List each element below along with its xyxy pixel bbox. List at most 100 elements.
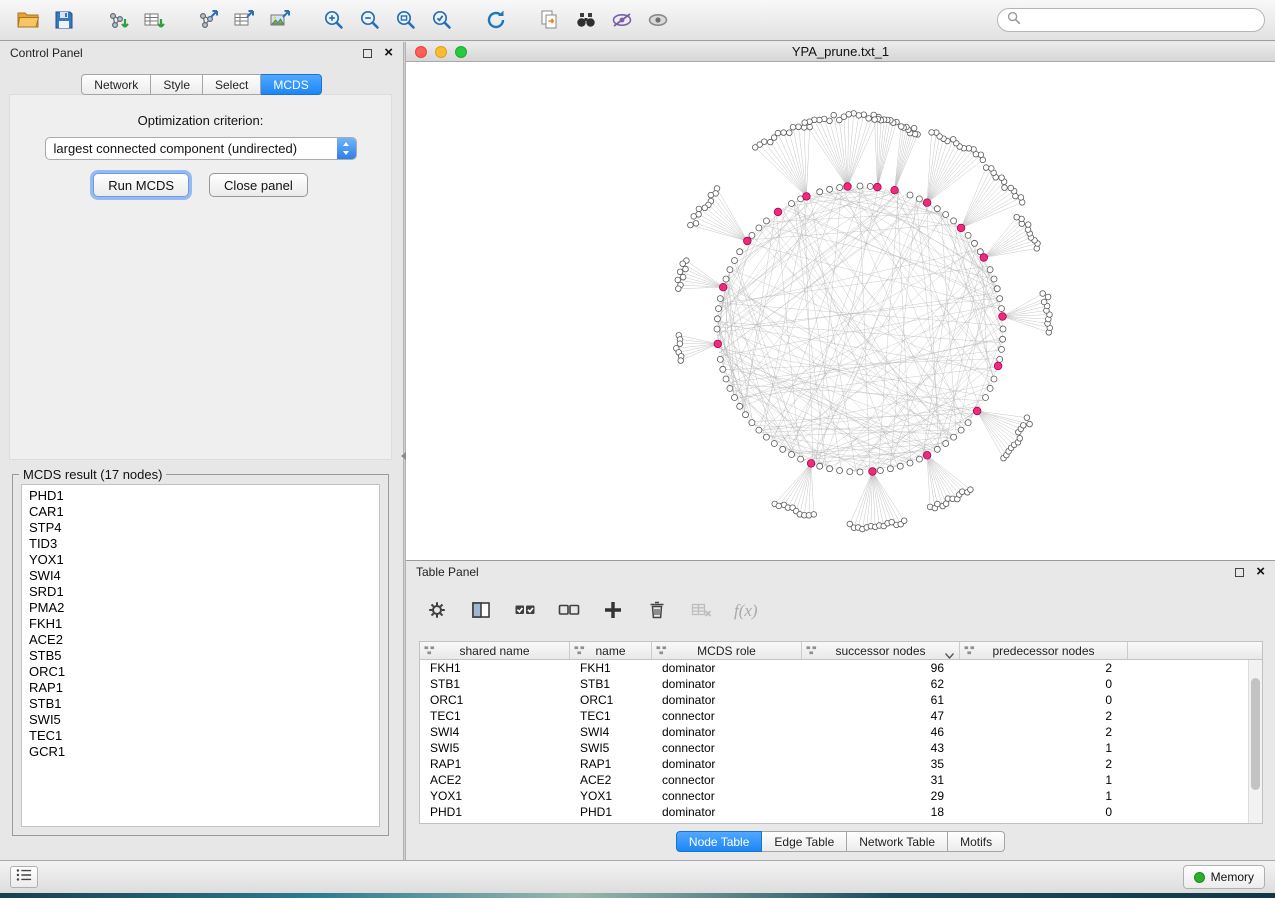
network-canvas[interactable] <box>406 62 1275 560</box>
result-item[interactable]: GCR1 <box>22 744 379 760</box>
table-cell-shared-name: FKH1 <box>420 660 570 676</box>
refresh-layout-icon <box>484 8 508 32</box>
column-header-successor-nodes[interactable]: successor nodes <box>802 642 960 659</box>
show-graphics-eye-button[interactable] <box>640 4 676 36</box>
panel-menu-button[interactable] <box>10 866 38 888</box>
column-header-mcds-role[interactable]: MCDS role <box>652 642 802 659</box>
float-table-panel-icon[interactable] <box>1235 568 1244 577</box>
add-entry-button[interactable] <box>602 599 624 624</box>
column-header-shared-name[interactable]: shared name <box>420 642 570 659</box>
memory-status-icon <box>1194 872 1205 883</box>
table-panel-tabs: Node TableEdge TableNetwork TableMotifs <box>406 831 1275 852</box>
result-item[interactable]: SWI5 <box>22 712 379 728</box>
memory-button[interactable]: Memory <box>1183 865 1265 889</box>
tab-network-table[interactable]: Network Table <box>847 831 948 852</box>
result-item[interactable]: YOX1 <box>22 552 379 568</box>
open-session-button[interactable] <box>10 4 46 36</box>
table-row[interactable]: SWI4SWI4dominator462 <box>420 724 1248 740</box>
mcds-result-list[interactable]: PHD1CAR1STP4TID3YOX1SWI4SRD1PMA2FKH1ACE2… <box>21 484 380 827</box>
table-settings-gear-button[interactable] <box>426 599 448 624</box>
table-panel: Table Panel × f(x) shared name na <box>406 561 1275 860</box>
zoom-out-icon <box>358 8 382 32</box>
zoom-in-button[interactable] <box>316 4 352 36</box>
scrollbar-thumb[interactable] <box>1251 678 1260 790</box>
table-cell-name: ACE2 <box>570 772 652 788</box>
table-cell-name: FKH1 <box>570 660 652 676</box>
table-row[interactable]: ORC1ORC1dominator610 <box>420 692 1248 708</box>
result-item[interactable]: STB1 <box>22 696 379 712</box>
import-table-button[interactable] <box>136 4 172 36</box>
column-type-icon <box>964 645 975 659</box>
tab-select[interactable]: Select <box>203 74 261 95</box>
result-item[interactable]: SRD1 <box>22 584 379 600</box>
search-binoculars-button[interactable] <box>568 4 604 36</box>
table-cell-name: SWI4 <box>570 724 652 740</box>
result-item[interactable]: TEC1 <box>22 728 379 744</box>
table-cell-shared-name: RAP1 <box>420 756 570 772</box>
tab-mcds[interactable]: MCDS <box>261 74 321 95</box>
zoom-fit-icon <box>394 8 418 32</box>
select-all-rows-button[interactable] <box>514 599 536 624</box>
export-network-button[interactable] <box>190 4 226 36</box>
table-row[interactable]: STB1STB1dominator620 <box>420 676 1248 692</box>
column-header-name[interactable]: name <box>570 642 652 659</box>
deselect-all-rows-button[interactable] <box>558 599 580 624</box>
table-row[interactable]: ACE2ACE2connector311 <box>420 772 1248 788</box>
export-table-button[interactable] <box>226 4 262 36</box>
tab-style[interactable]: Style <box>151 74 203 95</box>
save-session-button[interactable] <box>46 4 82 36</box>
tab-edge-table[interactable]: Edge Table <box>762 831 847 852</box>
zoom-selected-button[interactable] <box>424 4 460 36</box>
result-item[interactable]: RAP1 <box>22 680 379 696</box>
result-item[interactable]: STP4 <box>22 520 379 536</box>
criterion-dropdown[interactable]: largest connected component (undirected) <box>45 137 357 160</box>
result-item[interactable]: SWI4 <box>22 568 379 584</box>
control-panel-header: Control Panel × <box>0 42 403 64</box>
table-cell-shared-name: STB1 <box>420 676 570 692</box>
tab-motifs[interactable]: Motifs <box>948 831 1005 852</box>
close-panel-button[interactable]: Close panel <box>209 173 308 197</box>
toolbar-group <box>478 4 514 36</box>
table-row[interactable]: RAP1RAP1dominator352 <box>420 756 1248 772</box>
result-item[interactable]: STB5 <box>22 648 379 664</box>
delete-entry-button[interactable] <box>646 599 668 624</box>
tab-network[interactable]: Network <box>81 74 151 95</box>
result-item[interactable]: TID3 <box>22 536 379 552</box>
table-scrollbar[interactable] <box>1248 660 1262 823</box>
run-mcds-button[interactable]: Run MCDS <box>93 173 189 197</box>
import-network-button[interactable] <box>100 4 136 36</box>
table-row[interactable]: FKH1FKH1dominator962 <box>420 660 1248 676</box>
table-cell-mcds-role: connector <box>652 772 802 788</box>
result-item[interactable]: CAR1 <box>22 504 379 520</box>
zoom-out-button[interactable] <box>352 4 388 36</box>
tab-node-table[interactable]: Node Table <box>676 831 763 852</box>
duplicate-network-button[interactable] <box>532 4 568 36</box>
close-panel-icon[interactable]: × <box>384 47 393 59</box>
column-header-predecessor-nodes[interactable]: predecessor nodes <box>960 642 1128 659</box>
table-row[interactable]: PHD1PHD1dominator180 <box>420 804 1248 820</box>
hide-graphics-eye-button[interactable] <box>604 4 640 36</box>
mcds-buttons-row: Run MCDS Close panel <box>10 173 391 197</box>
table-cell-name: YOX1 <box>570 788 652 804</box>
result-item[interactable]: ACE2 <box>22 632 379 648</box>
toggle-columns-button[interactable] <box>470 599 492 624</box>
function-builder-button[interactable]: f(x) <box>734 601 758 621</box>
table-cell-mcds-role: dominator <box>652 724 802 740</box>
table-row[interactable]: YOX1YOX1connector291 <box>420 788 1248 804</box>
zoom-fit-button[interactable] <box>388 4 424 36</box>
float-panel-icon[interactable] <box>363 49 372 58</box>
close-table-panel-icon[interactable]: × <box>1256 566 1265 578</box>
table-row[interactable]: SWI5SWI5connector431 <box>420 740 1248 756</box>
refresh-layout-button[interactable] <box>478 4 514 36</box>
export-image-button[interactable] <box>262 4 298 36</box>
result-item[interactable]: ORC1 <box>22 664 379 680</box>
table-cell-successor-nodes: 47 <box>802 708 960 724</box>
clear-table-button[interactable] <box>690 599 712 624</box>
search-icon <box>1007 11 1021 30</box>
result-item[interactable]: PHD1 <box>22 488 379 504</box>
table-row[interactable]: TEC1TEC1connector472 <box>420 708 1248 724</box>
column-type-icon <box>424 645 435 659</box>
result-item[interactable]: PMA2 <box>22 600 379 616</box>
search-input[interactable] <box>1026 13 1255 27</box>
result-item[interactable]: FKH1 <box>22 616 379 632</box>
